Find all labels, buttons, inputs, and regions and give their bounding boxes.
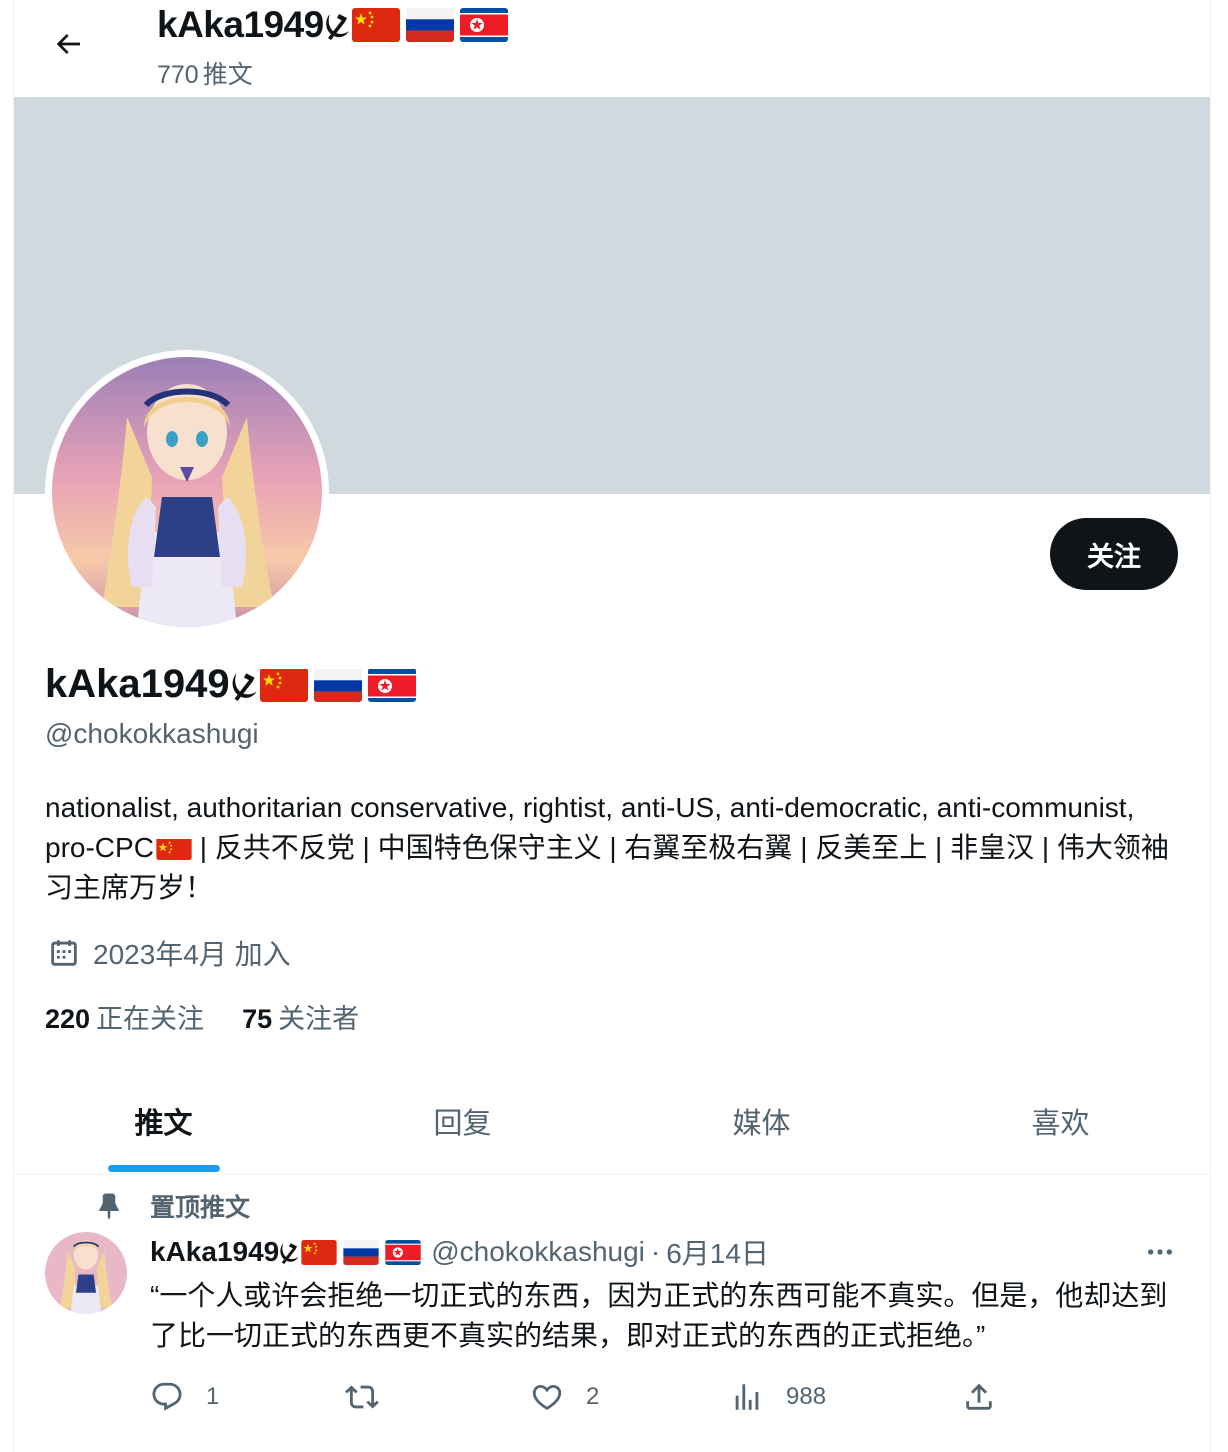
tab-likes[interactable]: 喜欢 xyxy=(911,1068,1210,1174)
reply-count: 1 xyxy=(206,1383,220,1410)
hammer-sickle-icon xyxy=(325,14,349,40)
heart-icon xyxy=(532,1384,562,1410)
view-count: 988 xyxy=(786,1383,827,1410)
follow-button[interactable]: 关注 xyxy=(1050,518,1178,590)
avatar-image xyxy=(45,1232,127,1314)
like-button[interactable]: 2 xyxy=(530,1380,599,1414)
arrow-left-icon xyxy=(56,34,80,54)
avatar-image xyxy=(52,357,322,627)
tweet-author-avatar[interactable] xyxy=(45,1232,127,1314)
pinned-label: 置顶推文 xyxy=(94,1188,250,1224)
header-display-name: kAka1949 xyxy=(157,4,508,46)
north-korea-flag-icon xyxy=(367,668,416,702)
retweet-button[interactable] xyxy=(345,1380,401,1414)
tweet-date[interactable]: 6月14日 xyxy=(666,1232,769,1272)
separator-dot: · xyxy=(650,1236,661,1267)
russia-flag-icon xyxy=(343,1239,379,1265)
tweet-author-name[interactable]: kAka1949 xyxy=(150,1236,421,1268)
hammer-sickle-icon xyxy=(232,672,257,701)
tweet-actions: 1 2 988 xyxy=(150,1380,1190,1420)
reply-icon xyxy=(152,1382,182,1411)
north-korea-flag-icon xyxy=(385,1239,421,1265)
more-options-button[interactable] xyxy=(1140,1236,1180,1268)
share-icon xyxy=(966,1383,992,1410)
hammer-sickle-icon xyxy=(280,1243,299,1264)
tweet-author-handle[interactable]: @chokokkashugi xyxy=(431,1236,645,1268)
profile-bio: nationalist, authoritarian conservative,… xyxy=(45,788,1185,908)
profile-handle: @chokokkashugi xyxy=(45,718,259,749)
retweet-icon xyxy=(345,1385,379,1409)
profile-display-name: kAka1949 xyxy=(45,662,416,707)
china-flag-icon xyxy=(259,668,308,702)
profile-avatar[interactable] xyxy=(45,350,329,634)
north-korea-flag-icon xyxy=(459,8,508,42)
more-horizontal-icon xyxy=(1148,1249,1172,1255)
followers-link[interactable]: 75 关注者 xyxy=(242,997,359,1036)
like-count: 2 xyxy=(586,1383,600,1410)
russia-flag-icon xyxy=(405,8,454,42)
china-flag-icon xyxy=(351,8,400,42)
tab-replies[interactable]: 回复 xyxy=(313,1068,612,1174)
calendar-icon xyxy=(51,940,77,966)
join-date: 2023年4月 加入 xyxy=(45,933,291,973)
tweet-header: kAka1949 @chokokkashugi · 6月14日 xyxy=(150,1232,769,1272)
reply-button[interactable]: 1 xyxy=(150,1380,219,1414)
analytics-icon xyxy=(735,1384,759,1410)
back-button[interactable] xyxy=(36,20,100,68)
following-link[interactable]: 220 正在关注 xyxy=(45,997,204,1036)
russia-flag-icon xyxy=(313,668,362,702)
pin-icon xyxy=(98,1193,120,1220)
views-button[interactable]: 988 xyxy=(730,1380,826,1414)
tab-media[interactable]: 媒体 xyxy=(612,1068,911,1174)
share-button[interactable] xyxy=(962,1380,996,1414)
tab-tweets[interactable]: 推文 xyxy=(14,1068,313,1174)
follow-stats: 220 正在关注 75 关注者 xyxy=(45,997,397,1036)
active-tab-indicator xyxy=(107,1165,220,1172)
china-flag-icon xyxy=(301,1239,337,1265)
profile-tabs: 推文 回复 媒体 喜欢 xyxy=(14,1068,1210,1175)
china-flag-icon xyxy=(156,835,192,860)
bio-text-part2: | 反共不反党 | 中国特色保守主义 | 右翼至极右翼 | 反美至上 | 非皇汉… xyxy=(45,832,1169,903)
tweet-text: “一个人或许会拒绝一切正式的东西，因为正式的东西可能不真实。但是，他却达到了比一… xyxy=(150,1280,1168,1351)
header-tweet-count: 770 推文 xyxy=(157,61,253,89)
